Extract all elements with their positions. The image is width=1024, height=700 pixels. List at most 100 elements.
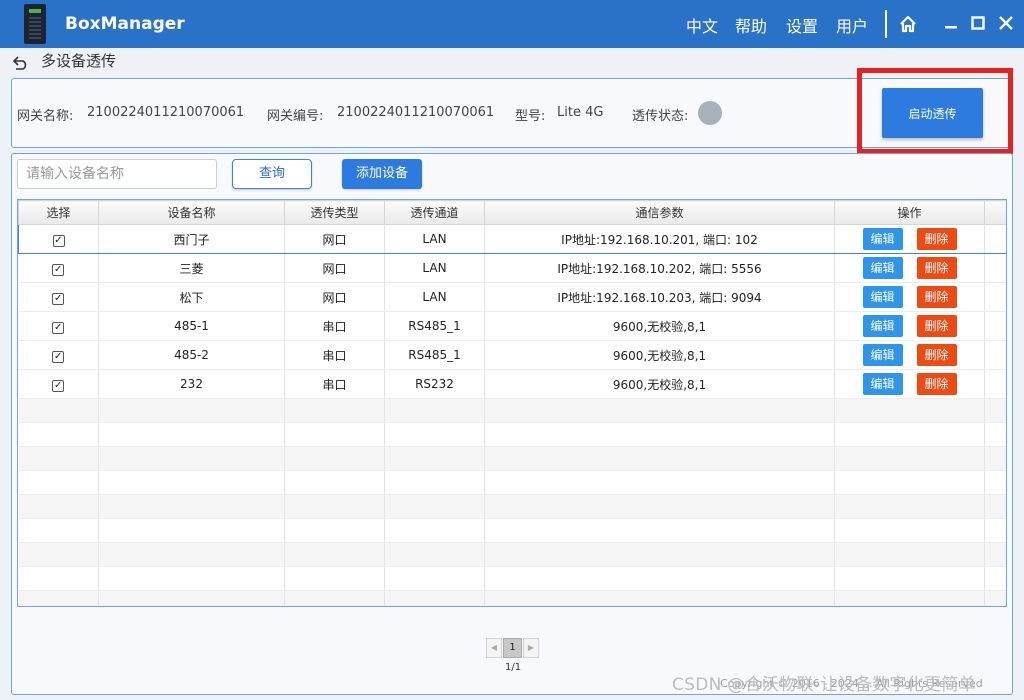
app-logo [24,4,46,44]
page-total: 1/1 [505,662,522,673]
next-page-button[interactable]: ▶ [523,638,539,658]
device-name-cell: 232 [98,369,285,399]
page-title: 多设备透传 [41,52,117,70]
watermark: CSDN @合沃物联-让设备数字化更简单 [672,675,977,695]
channel-cell: LAN [384,224,485,254]
device-name-cell: 松下 [98,282,285,312]
params-cell: IP地址:192.168.10.203, 端口: 9094 [484,282,835,312]
device-name-cell: 485-2 [98,340,285,370]
maximize-icon [971,16,985,30]
device-table: 选择 设备名称 透传类型 透传通道 通信参数 操作 ✓ 西门子 网口 LAN I… [17,199,1007,607]
gateway-name-label: 网关名称: [17,109,74,124]
channel-cell: LAN [384,253,485,283]
edit-button[interactable]: 编辑 [862,228,903,250]
edit-button[interactable]: 编辑 [862,286,903,308]
row-checkbox[interactable]: ✓ [52,292,65,305]
back-arrow-icon[interactable] [13,56,29,70]
title-bar: BoxManager 中文 帮助 设置 用户 [0,0,1024,48]
params-cell: 9600,无校验,8,1 [484,369,835,399]
gateway-id-value: 2100224011210070061 [337,105,495,120]
empty-row [18,494,1006,519]
delete-button[interactable]: 删除 [916,228,957,250]
channel-cell: RS485_1 [384,311,485,341]
row-checkbox[interactable]: ✓ [52,263,65,276]
table-row[interactable]: ✓ 485-2 串口 RS485_1 9600,无校验,8,1 编辑 删除 [18,340,1006,370]
column-header[interactable]: 通信参数 [484,200,835,225]
device-name-cell: 485-1 [98,311,285,341]
device-name-cell: 西门子 [98,224,285,254]
table-row[interactable]: ✓ 松下 网口 LAN IP地址:192.168.10.203, 端口: 909… [18,282,1006,312]
device-name-cell: 三菱 [98,253,285,283]
empty-row [18,542,1006,567]
delete-button[interactable]: 删除 [916,257,957,279]
delete-button[interactable]: 删除 [916,286,957,308]
column-header[interactable]: 设备名称 [98,200,285,225]
channel-cell: RS485_1 [384,340,485,370]
gateway-id-label: 网关编号: [267,109,324,124]
titlebar-separator [885,10,887,38]
device-name-search-input[interactable]: 请输入设备名称 [17,159,217,189]
empty-row [18,518,1006,543]
type-cell: 网口 [284,253,385,283]
status-label: 透传状态: [632,109,689,124]
params-cell: 9600,无校验,8,1 [484,311,835,341]
type-cell: 串口 [284,369,385,399]
params-cell: IP地址:192.168.10.202, 端口: 5556 [484,253,835,283]
query-button[interactable]: 查询 [232,159,312,189]
model-label: 型号: [515,109,546,124]
row-checkbox[interactable]: ✓ [52,234,65,247]
menu-language[interactable]: 中文 [686,13,718,37]
close-icon [999,16,1013,30]
edit-button[interactable]: 编辑 [862,257,903,279]
empty-row [18,446,1006,471]
prev-page-button[interactable]: ◀ [486,638,502,658]
params-cell: 9600,无校验,8,1 [484,340,835,370]
table-header-row: 选择 设备名称 透传类型 透传通道 通信参数 操作 [18,200,1006,225]
empty-row [18,590,1006,606]
empty-row [18,566,1006,591]
current-page[interactable]: 1 [503,638,522,658]
column-header[interactable]: 选择 [18,200,99,225]
gateway-name-value: 2100224011210070061 [87,105,245,120]
channel-cell: LAN [384,282,485,312]
row-checkbox[interactable]: ✓ [52,350,65,363]
edit-button[interactable]: 编辑 [862,315,903,337]
type-cell: 网口 [284,282,385,312]
type-cell: 串口 [284,311,385,341]
edit-button[interactable]: 编辑 [862,344,903,366]
empty-row [18,422,1006,447]
table-row[interactable]: ✓ 西门子 网口 LAN IP地址:192.168.10.201, 端口: 10… [18,224,1006,254]
column-header[interactable]: 透传通道 [384,200,485,225]
status-indicator [698,101,722,125]
edit-button[interactable]: 编辑 [862,373,903,395]
menu-settings[interactable]: 设置 [786,13,818,37]
menu-help[interactable]: 帮助 [735,13,767,37]
start-passthrough-button[interactable]: 启动透传 [882,88,983,138]
model-value: Lite 4G [557,105,604,120]
table-row[interactable]: ✓ 485-1 串口 RS485_1 9600,无校验,8,1 编辑 删除 [18,311,1006,341]
row-checkbox[interactable]: ✓ [52,321,65,334]
minimize-icon [945,26,957,29]
row-checkbox[interactable]: ✓ [52,379,65,392]
home-icon[interactable] [899,15,917,33]
delete-button[interactable]: 删除 [916,315,957,337]
menu-user[interactable]: 用户 [836,13,868,37]
params-cell: IP地址:192.168.10.201, 端口: 102 [484,224,835,254]
close-button[interactable] [995,12,1017,34]
type-cell: 串口 [284,340,385,370]
delete-button[interactable]: 删除 [916,373,957,395]
table-row[interactable]: ✓ 三菱 网口 LAN IP地址:192.168.10.202, 端口: 555… [18,253,1006,283]
add-device-button[interactable]: 添加设备 [342,159,422,189]
app-title: BoxManager [65,14,185,34]
empty-row [18,470,1006,495]
column-header-filler [984,200,1006,225]
column-header[interactable]: 透传类型 [284,200,385,225]
maximize-button[interactable] [967,12,989,34]
type-cell: 网口 [284,224,385,254]
channel-cell: RS232 [384,369,485,399]
minimize-button[interactable] [940,12,962,34]
empty-row [18,398,1006,423]
delete-button[interactable]: 删除 [916,344,957,366]
column-header[interactable]: 操作 [834,200,985,225]
table-row[interactable]: ✓ 232 串口 RS232 9600,无校验,8,1 编辑 删除 [18,369,1006,399]
